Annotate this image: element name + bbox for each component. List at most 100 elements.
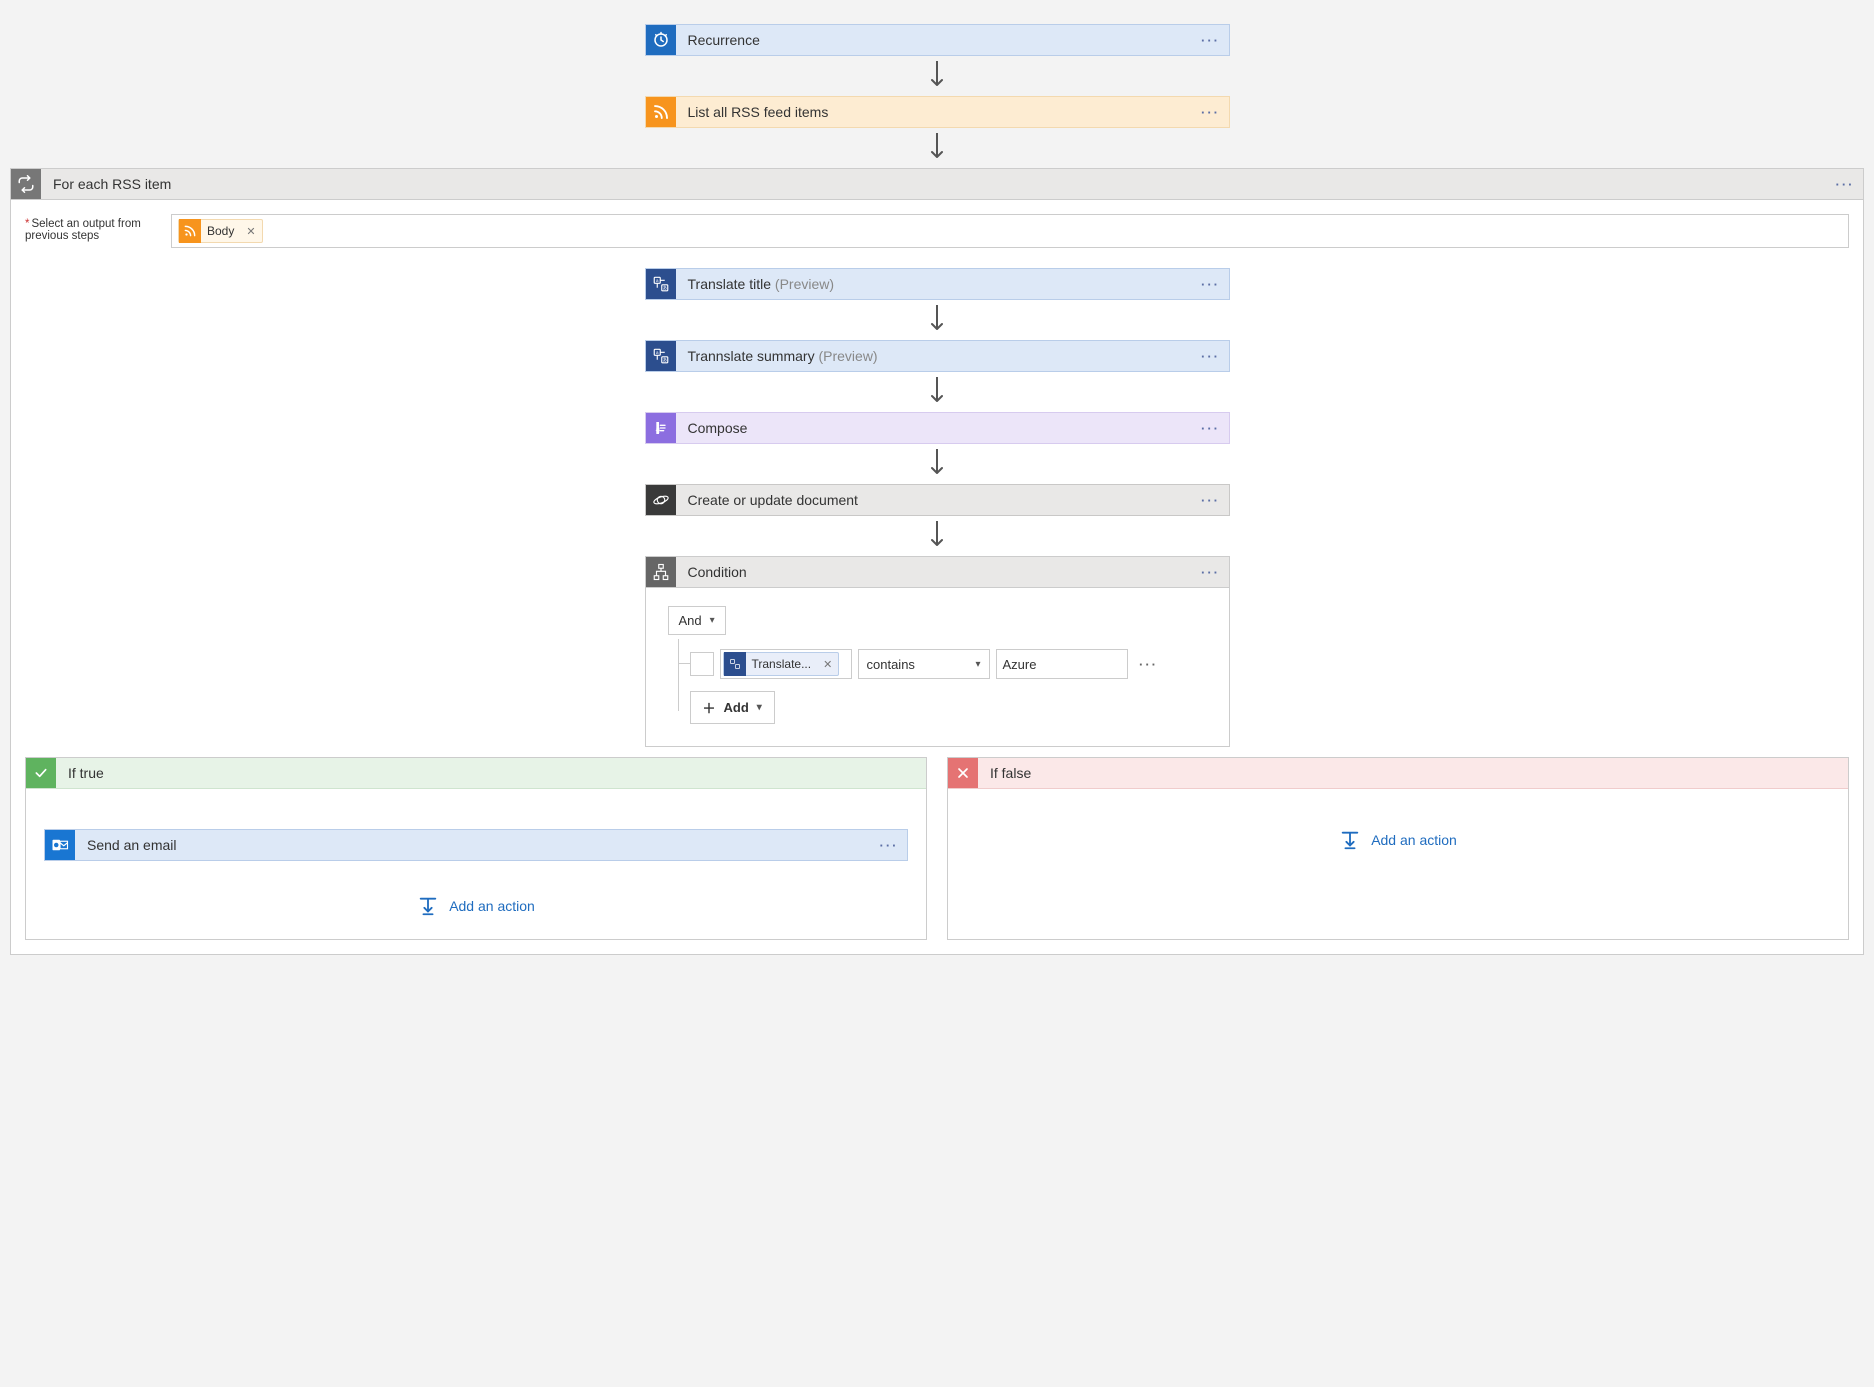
arrow-icon: [929, 56, 945, 96]
more-menu-icon[interactable]: ···: [1193, 557, 1229, 587]
condition-branches: If true Send an email ···: [25, 757, 1849, 940]
branch-false-body: Add an action: [948, 789, 1848, 873]
inner-flow: aあ Translate title (Preview) ··· aあ: [25, 268, 1849, 747]
compose-icon: {}: [646, 413, 676, 443]
rule-value-field[interactable]: Azure: [996, 649, 1128, 679]
arrow-icon: [929, 128, 945, 168]
step-title: Send an email: [75, 837, 871, 853]
step-title: Recurrence: [676, 32, 1193, 48]
step-translate-summary[interactable]: aあ Trannslate summary (Preview) ···: [645, 340, 1230, 372]
branch-true-header[interactable]: If true: [26, 758, 926, 789]
arrow-icon: [929, 300, 945, 340]
step-compose[interactable]: {} Compose ···: [645, 412, 1230, 444]
foreach-body: *Select an output from previous steps Bo…: [11, 200, 1863, 954]
rule-checkbox[interactable]: [690, 652, 714, 676]
branch-true: If true Send an email ···: [25, 757, 927, 940]
plus-icon: ＋: [703, 698, 716, 717]
more-menu-icon[interactable]: ···: [1193, 341, 1229, 371]
translate-icon: aあ: [646, 269, 676, 299]
arrow-icon: [929, 444, 945, 484]
translate-icon: aあ: [646, 341, 676, 371]
rule-operator-text: contains: [867, 657, 915, 672]
add-action-label: Add an action: [449, 898, 535, 914]
step-translate-title[interactable]: aあ Translate title (Preview) ···: [645, 268, 1230, 300]
token-translate[interactable]: Translate... ✕: [723, 652, 840, 676]
tree-rail: [668, 649, 690, 679]
more-menu-icon[interactable]: ···: [1827, 169, 1863, 199]
check-icon: [26, 758, 56, 788]
token-text: Body: [207, 224, 240, 238]
branch-false: If false Add an action: [947, 757, 1849, 940]
rule-operator-select[interactable]: contains ▾: [858, 649, 990, 679]
output-label: *Select an output from previous steps: [25, 214, 153, 248]
chevron-down-icon: ▾: [757, 702, 762, 713]
rss-icon: [646, 97, 676, 127]
output-field[interactable]: Body ✕: [171, 214, 1849, 248]
outlook-icon: [45, 830, 75, 860]
add-rule-label: Add: [724, 700, 749, 715]
step-title: Create or update document: [676, 492, 1193, 508]
foreach-header[interactable]: For each RSS item ···: [11, 169, 1863, 200]
condition-block: Condition ··· And ▾: [645, 556, 1230, 747]
step-send-email[interactable]: Send an email ···: [44, 829, 908, 861]
add-action-icon: [417, 895, 439, 917]
branch-true-body: Send an email ··· Add an action: [26, 789, 926, 939]
add-action-label: Add an action: [1371, 832, 1457, 848]
step-title: Compose: [676, 420, 1193, 436]
rule-row: Translate... ✕ contains ▾: [690, 649, 1164, 679]
output-label-text: Select an output from previous steps: [25, 218, 141, 242]
svg-text:a: a: [655, 278, 658, 283]
svg-text:{}: {}: [655, 427, 660, 434]
rss-icon: [179, 219, 201, 243]
add-action-button[interactable]: Add an action: [417, 895, 535, 917]
step-title: Trannslate summary (Preview): [676, 348, 1193, 364]
foreach-output-row: *Select an output from previous steps Bo…: [25, 214, 1849, 248]
arrow-icon: [929, 372, 945, 412]
chevron-down-icon: ▾: [975, 659, 980, 670]
token-text: Translate...: [752, 657, 818, 671]
rule-left-field[interactable]: Translate... ✕: [720, 649, 852, 679]
more-menu-icon[interactable]: ···: [1193, 97, 1229, 127]
step-recurrence[interactable]: Recurrence ···: [645, 24, 1230, 56]
step-rss[interactable]: List all RSS feed items ···: [645, 96, 1230, 128]
token-body[interactable]: Body ✕: [178, 219, 263, 243]
arrow-icon: [929, 516, 945, 556]
cosmos-icon: [646, 485, 676, 515]
rule-row-wrap: Translate... ✕ contains ▾: [668, 649, 1207, 679]
remove-token-icon[interactable]: ✕: [240, 225, 261, 238]
more-menu-icon[interactable]: ···: [871, 830, 907, 860]
preview-suffix: (Preview): [818, 348, 877, 364]
more-menu-icon[interactable]: ···: [1193, 485, 1229, 515]
and-operator-text: And: [679, 613, 702, 628]
remove-token-icon[interactable]: ✕: [817, 658, 838, 671]
flow-root: Recurrence ··· List all RSS feed items ·…: [10, 24, 1864, 955]
add-action-button[interactable]: Add an action: [1339, 829, 1457, 851]
clock-icon: [646, 25, 676, 55]
add-action-icon: [1339, 829, 1361, 851]
branch-title: If true: [56, 765, 926, 781]
branch-false-header[interactable]: If false: [948, 758, 1848, 789]
more-menu-icon[interactable]: ···: [1193, 269, 1229, 299]
step-create-document[interactable]: Create or update document ···: [645, 484, 1230, 516]
more-menu-icon[interactable]: ···: [1193, 413, 1229, 443]
preview-suffix: (Preview): [775, 276, 834, 292]
step-title-text: Trannslate summary: [688, 348, 815, 364]
foreach-container: For each RSS item ··· *Select an output …: [10, 168, 1864, 955]
add-rule-button[interactable]: ＋ Add ▾: [690, 691, 775, 724]
condition-header[interactable]: Condition ···: [646, 557, 1229, 588]
condition-icon: [646, 557, 676, 587]
translate-icon: [724, 652, 746, 676]
chevron-down-icon: ▾: [710, 615, 715, 626]
and-operator-select[interactable]: And ▾: [668, 606, 726, 635]
more-menu-icon[interactable]: ···: [1193, 25, 1229, 55]
rule-add-row: ＋ Add ▾: [690, 691, 1207, 724]
step-title: Condition: [676, 564, 1193, 580]
condition-body: And ▾: [646, 588, 1229, 746]
step-title-text: Translate title: [688, 276, 772, 292]
rule-value-text: Azure: [1003, 657, 1037, 672]
close-icon: [948, 758, 978, 788]
svg-text:a: a: [655, 350, 658, 355]
rule-wrap: Translate... ✕ contains ▾: [668, 649, 1207, 724]
step-title: Translate title (Preview): [676, 276, 1193, 292]
more-menu-icon[interactable]: ···: [1134, 657, 1164, 672]
